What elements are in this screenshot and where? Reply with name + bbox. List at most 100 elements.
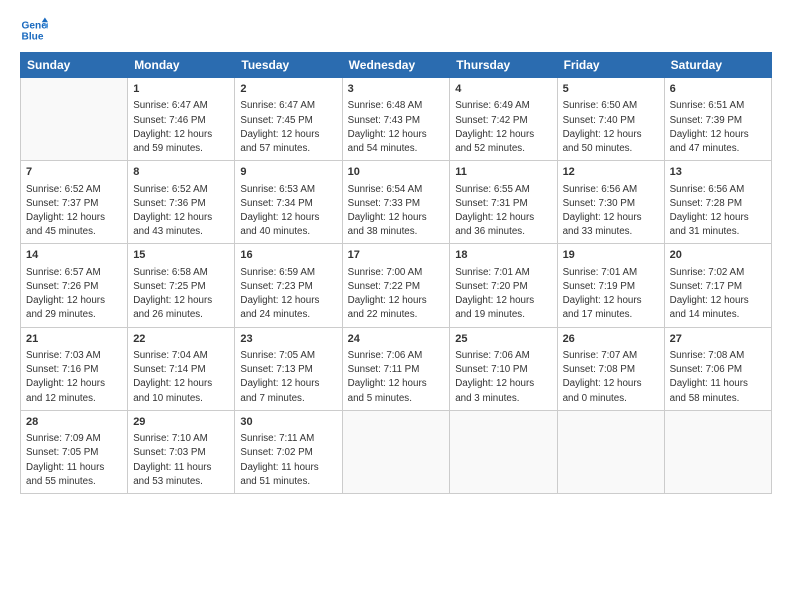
calendar-cell: 10Sunrise: 6:54 AM Sunset: 7:33 PM Dayli…	[342, 161, 450, 244]
day-info: Sunrise: 6:56 AM Sunset: 7:30 PM Dayligh…	[563, 183, 659, 240]
calendar-cell: 27 Sunrise: 7:08 AM Sunset: 7:06 PM Dayli…	[664, 327, 771, 410]
calendar-cell: 19 Sunrise: 7:01 AM Sunset: 7:19 PM Dayli…	[557, 244, 664, 327]
day-number: 20	[670, 248, 766, 263]
day-number: 4	[455, 82, 551, 97]
day-number: 7	[26, 165, 122, 180]
day-number: 9	[240, 165, 336, 180]
weekday-header-sunday: Sunday	[21, 53, 128, 78]
calendar-cell: 14 Sunrise: 6:57 AM Sunset: 7:26 PM Dayli…	[21, 244, 128, 327]
calendar-week-2: 7 Sunrise: 6:52 AM Sunset: 7:37 PM Daylig…	[21, 161, 772, 244]
day-number: 28	[26, 415, 122, 430]
calendar-cell: 20 Sunrise: 7:02 AM Sunset: 7:17 PM Dayli…	[664, 244, 771, 327]
day-info: Sunrise: 6:52 AM Sunset: 7:37 PM Dayligh…	[26, 183, 122, 240]
logo-icon: General Blue	[20, 16, 48, 44]
calendar-week-4: 21 Sunrise: 7:03 AM Sunset: 7:16 PM Dayli…	[21, 327, 772, 410]
day-info: Sunrise: 7:06 AM Sunset: 7:10 PM Dayligh…	[455, 349, 551, 406]
day-number: 2	[240, 82, 336, 97]
calendar-week-3: 14 Sunrise: 6:57 AM Sunset: 7:26 PM Dayli…	[21, 244, 772, 327]
weekday-header-friday: Friday	[557, 53, 664, 78]
day-number: 17	[348, 248, 445, 263]
day-info: Sunrise: 7:11 AM Sunset: 7:02 PM Dayligh…	[240, 432, 336, 489]
day-info: Sunrise: 7:05 AM Sunset: 7:13 PM Dayligh…	[240, 349, 336, 406]
day-info: Sunrise: 6:59 AM Sunset: 7:23 PM Dayligh…	[240, 266, 336, 323]
day-number: 8	[133, 165, 229, 180]
calendar-cell: 1 Sunrise: 6:47 AM Sunset: 7:46 PM Daylig…	[128, 78, 235, 161]
calendar-cell	[664, 410, 771, 493]
calendar-cell: 29Sunrise: 7:10 AM Sunset: 7:03 PM Dayli…	[128, 410, 235, 493]
calendar-week-1: 1 Sunrise: 6:47 AM Sunset: 7:46 PM Daylig…	[21, 78, 772, 161]
day-number: 12	[563, 165, 659, 180]
weekday-header-thursday: Thursday	[450, 53, 557, 78]
calendar-cell: 15 Sunrise: 6:58 AM Sunset: 7:25 PM Dayli…	[128, 244, 235, 327]
day-number: 22	[133, 332, 229, 347]
day-number: 6	[670, 82, 766, 97]
calendar-cell: 5Sunrise: 6:50 AM Sunset: 7:40 PM Daylig…	[557, 78, 664, 161]
logo: General Blue	[20, 16, 52, 44]
calendar-table: SundayMondayTuesdayWednesdayThursdayFrid…	[20, 52, 772, 494]
day-number: 1	[133, 82, 229, 97]
day-info: Sunrise: 7:09 AM Sunset: 7:05 PM Dayligh…	[26, 432, 122, 489]
weekday-header-tuesday: Tuesday	[235, 53, 342, 78]
calendar-cell	[557, 410, 664, 493]
calendar-cell: 7 Sunrise: 6:52 AM Sunset: 7:37 PM Daylig…	[21, 161, 128, 244]
day-info: Sunrise: 6:57 AM Sunset: 7:26 PM Dayligh…	[26, 266, 122, 323]
day-number: 19	[563, 248, 659, 263]
calendar-cell: 3Sunrise: 6:48 AM Sunset: 7:43 PM Daylig…	[342, 78, 450, 161]
weekday-header-wednesday: Wednesday	[342, 53, 450, 78]
day-number: 27	[670, 332, 766, 347]
day-info: Sunrise: 7:02 AM Sunset: 7:17 PM Dayligh…	[670, 266, 766, 323]
calendar-cell: 17 Sunrise: 7:00 AM Sunset: 7:22 PM Dayli…	[342, 244, 450, 327]
day-info: Sunrise: 6:47 AM Sunset: 7:46 PM Dayligh…	[133, 99, 229, 156]
calendar-cell: 30 Sunrise: 7:11 AM Sunset: 7:02 PM Dayli…	[235, 410, 342, 493]
day-number: 24	[348, 332, 445, 347]
day-info: Sunrise: 6:52 AM Sunset: 7:36 PM Dayligh…	[133, 183, 229, 240]
day-number: 21	[26, 332, 122, 347]
day-number: 10	[348, 165, 445, 180]
day-info: Sunrise: 6:53 AM Sunset: 7:34 PM Dayligh…	[240, 183, 336, 240]
day-number: 25	[455, 332, 551, 347]
day-info: Sunrise: 6:51 AM Sunset: 7:39 PM Dayligh…	[670, 99, 766, 156]
day-info: Sunrise: 7:08 AM Sunset: 7:06 PM Dayligh…	[670, 349, 766, 406]
calendar-week-5: 28 Sunrise: 7:09 AM Sunset: 7:05 PM Dayli…	[21, 410, 772, 493]
day-number: 29	[133, 415, 229, 430]
calendar-cell: 12 Sunrise: 6:56 AM Sunset: 7:30 PM Dayli…	[557, 161, 664, 244]
calendar-cell: 22 Sunrise: 7:04 AM Sunset: 7:14 PM Dayli…	[128, 327, 235, 410]
day-number: 18	[455, 248, 551, 263]
calendar-cell: 25 Sunrise: 7:06 AM Sunset: 7:10 PM Dayli…	[450, 327, 557, 410]
day-info: Sunrise: 6:50 AM Sunset: 7:40 PM Dayligh…	[563, 99, 659, 156]
day-info: Sunrise: 7:03 AM Sunset: 7:16 PM Dayligh…	[26, 349, 122, 406]
calendar-cell: 21 Sunrise: 7:03 AM Sunset: 7:16 PM Dayli…	[21, 327, 128, 410]
day-number: 14	[26, 248, 122, 263]
calendar-header-row: SundayMondayTuesdayWednesdayThursdayFrid…	[21, 53, 772, 78]
weekday-header-saturday: Saturday	[664, 53, 771, 78]
header: General Blue	[20, 16, 772, 44]
weekday-header-monday: Monday	[128, 53, 235, 78]
day-info: Sunrise: 6:55 AM Sunset: 7:31 PM Dayligh…	[455, 183, 551, 240]
calendar-cell: 11 Sunrise: 6:55 AM Sunset: 7:31 PM Dayli…	[450, 161, 557, 244]
day-number: 3	[348, 82, 445, 97]
day-number: 30	[240, 415, 336, 430]
day-number: 15	[133, 248, 229, 263]
day-info: Sunrise: 6:58 AM Sunset: 7:25 PM Dayligh…	[133, 266, 229, 323]
day-info: Sunrise: 7:00 AM Sunset: 7:22 PM Dayligh…	[348, 266, 445, 323]
day-info: Sunrise: 7:01 AM Sunset: 7:19 PM Dayligh…	[563, 266, 659, 323]
calendar-cell	[342, 410, 450, 493]
calendar-cell: 8 Sunrise: 6:52 AM Sunset: 7:36 PM Daylig…	[128, 161, 235, 244]
day-number: 11	[455, 165, 551, 180]
day-number: 26	[563, 332, 659, 347]
day-info: Sunrise: 6:49 AM Sunset: 7:42 PM Dayligh…	[455, 99, 551, 156]
svg-text:Blue: Blue	[22, 31, 44, 42]
calendar-cell: 6 Sunrise: 6:51 AM Sunset: 7:39 PM Daylig…	[664, 78, 771, 161]
day-info: Sunrise: 7:04 AM Sunset: 7:14 PM Dayligh…	[133, 349, 229, 406]
day-number: 13	[670, 165, 766, 180]
day-info: Sunrise: 7:07 AM Sunset: 7:08 PM Dayligh…	[563, 349, 659, 406]
calendar-cell: 4 Sunrise: 6:49 AM Sunset: 7:42 PM Daylig…	[450, 78, 557, 161]
calendar-cell: 26 Sunrise: 7:07 AM Sunset: 7:08 PM Dayli…	[557, 327, 664, 410]
day-info: Sunrise: 7:06 AM Sunset: 7:11 PM Dayligh…	[348, 349, 445, 406]
calendar-cell: 9 Sunrise: 6:53 AM Sunset: 7:34 PM Daylig…	[235, 161, 342, 244]
calendar-cell: 18Sunrise: 7:01 AM Sunset: 7:20 PM Dayli…	[450, 244, 557, 327]
page-container: General Blue SundayMondayTuesdayWednesda…	[0, 0, 792, 504]
day-number: 16	[240, 248, 336, 263]
calendar-cell: 24 Sunrise: 7:06 AM Sunset: 7:11 PM Dayli…	[342, 327, 450, 410]
day-number: 23	[240, 332, 336, 347]
